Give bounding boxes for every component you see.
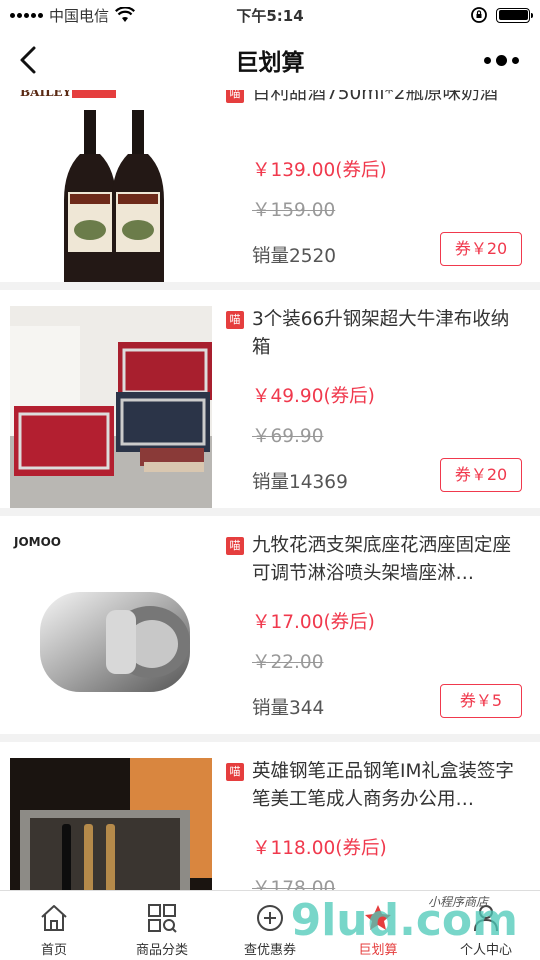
tab-label: 查优惠券 [243, 943, 296, 958]
tab-category[interactable]: 商品分类 [108, 891, 216, 960]
product-card[interactable]: 喵 3个装66升钢架超大牛津布收纳箱 ￥49.90(券后) ￥69.90 销量1… [0, 290, 540, 508]
product-card[interactable]: JOMOO 喵 九牧花洒支架底座花洒座固定座可调节淋浴喷头架墙座淋… ￥17.0… [0, 516, 540, 734]
product-image[interactable]: BAILEYS [10, 90, 212, 282]
original-price: ￥69.90 [252, 426, 324, 447]
product-info: 喵 九牧花洒支架底座花洒座固定座可调节淋浴喷头架墙座淋… ￥17.00(券后) … [226, 532, 522, 734]
product-title-text: 3个装66升钢架超大牛津布收纳箱 [252, 309, 510, 358]
fountain-pen-set-image [10, 758, 212, 890]
product-info: 喵 英雄钢笔正品钢笔IM礼盒装签字笔美工笔成人商务办公用… ￥118.00(券后… [226, 758, 522, 890]
product-title-text: 英雄钢笔正品钢笔IM礼盒装签字笔美工笔成人商务办公用… [252, 761, 514, 810]
status-left: 中国电信 [10, 5, 135, 26]
sales-count: 销量2520 [252, 246, 337, 267]
nav-bar: 巨划算 [0, 30, 540, 90]
rotation-lock-icon [471, 7, 487, 23]
product-info: 喵 3个装66升钢架超大牛津布收纳箱 ￥49.90(券后) ￥69.90 销量1… [226, 306, 522, 508]
tab-bar: 首页 商品分类 查优惠券 巨划算 个人中心 [0, 890, 540, 960]
back-icon[interactable] [12, 42, 48, 78]
coupon-price: ￥17.00(券后) [252, 612, 375, 633]
tab-label: 商品分类 [135, 943, 188, 958]
coupon-price: ￥49.90(券后) [252, 386, 375, 407]
signal-icon [10, 12, 43, 18]
status-bar: 中国电信 下午5:14 [0, 0, 540, 30]
tab-label: 个人中心 [459, 943, 512, 958]
coupon-price: ￥139.00(券后) [252, 160, 387, 181]
brand-logo-text: JOMOO [13, 535, 61, 549]
page-title: 巨划算 [235, 50, 305, 76]
original-price: ￥178.00 [252, 878, 336, 890]
platform-tag: 喵 [226, 763, 244, 781]
battery-icon [496, 7, 533, 23]
original-price: ￥159.00 [252, 200, 336, 221]
deal-icon [365, 905, 391, 930]
user-icon [474, 905, 498, 932]
product-title[interactable]: 喵 百利甜酒750ml*2瓶原味奶酒 [226, 90, 522, 136]
wifi-icon [115, 7, 135, 22]
coupon-button[interactable]: 券￥20 [440, 232, 522, 266]
product-image[interactable]: JOMOO [10, 532, 212, 734]
platform-tag: 喵 [226, 311, 244, 329]
tab-label: 巨划算 [358, 943, 398, 958]
product-image[interactable] [10, 306, 212, 508]
liquor-bottles-image: BAILEYS [10, 90, 212, 282]
tab-deals[interactable]: 巨划算 [324, 891, 432, 960]
product-title[interactable]: 喵 英雄钢笔正品钢笔IM礼盒装签字笔美工笔成人商务办公用… [226, 758, 522, 814]
product-title[interactable]: 喵 九牧花洒支架底座花洒座固定座可调节淋浴喷头架墙座淋… [226, 532, 522, 588]
product-title-text: 九牧花洒支架底座花洒座固定座可调节淋浴喷头架墙座淋… [252, 535, 512, 584]
product-title-text: 百利甜酒750ml*2瓶原味奶酒 [252, 90, 498, 104]
product-card[interactable]: BAILEYS 喵 百利甜酒750ml*2瓶原味奶酒 ￥139.00(券后) ￥… [0, 90, 540, 282]
tab-home[interactable]: 首页 [0, 891, 108, 960]
platform-tag: 喵 [226, 537, 244, 555]
coupon-price: ￥118.00(券后) [252, 838, 387, 859]
storage-box-image [10, 306, 212, 508]
coupon-button[interactable]: 券￥20 [440, 458, 522, 492]
tab-label: 首页 [40, 943, 67, 958]
sales-count: 销量344 [252, 698, 325, 719]
brand-logo-text: BAILEYS [20, 90, 80, 99]
product-list[interactable]: BAILEYS 喵 百利甜酒750ml*2瓶原味奶酒 ￥139.00(券后) ￥… [0, 90, 540, 890]
coupon-button[interactable]: 券￥5 [440, 684, 522, 718]
product-card[interactable]: 喵 英雄钢笔正品钢笔IM礼盒装签字笔美工笔成人商务办公用… ￥118.00(券后… [0, 742, 540, 890]
battery-level [498, 10, 528, 20]
coupon-search-icon [257, 905, 283, 931]
product-info: 喵 百利甜酒750ml*2瓶原味奶酒 ￥139.00(券后) ￥159.00 销… [226, 90, 522, 282]
tab-coupon-search[interactable]: 查优惠券 [216, 891, 324, 960]
original-price: ￥22.00 [252, 652, 324, 673]
product-image[interactable] [10, 758, 212, 890]
sales-count: 销量14369 [252, 472, 348, 493]
carrier-label: 中国电信 [49, 6, 110, 25]
status-right [470, 6, 533, 24]
category-icon [148, 904, 177, 933]
product-title[interactable]: 喵 3个装66升钢架超大牛津布收纳箱 [226, 306, 522, 362]
shower-holder-image: JOMOO [10, 532, 212, 734]
more-menu-icon[interactable] [484, 50, 524, 70]
platform-tag: 喵 [226, 90, 244, 103]
tab-profile[interactable]: 个人中心 [432, 891, 540, 960]
home-icon [41, 905, 67, 931]
